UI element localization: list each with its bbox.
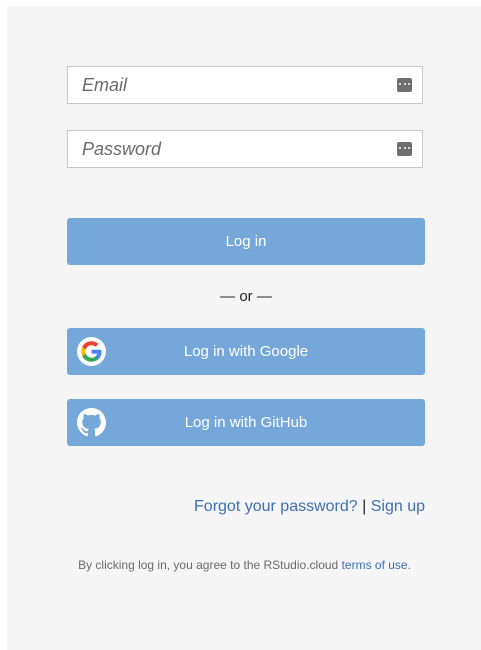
- password-manager-icon[interactable]: [397, 142, 412, 156]
- login-button-label: Log in: [225, 233, 267, 250]
- login-button[interactable]: Log in: [67, 218, 425, 265]
- terms-suffix: .: [407, 558, 411, 572]
- terms-notice: By clicking log in, you agree to the RSt…: [7, 558, 481, 572]
- login-panel: Log in — or — Log in with Google Log in …: [7, 6, 481, 650]
- google-login-label: Log in with Google: [183, 343, 309, 360]
- sign-up-link[interactable]: Sign up: [371, 498, 425, 515]
- github-login-label: Log in with GitHub: [184, 414, 308, 431]
- or-separator: — or —: [220, 288, 272, 305]
- forgot-password-link[interactable]: Forgot your password?: [194, 498, 358, 515]
- links-divider: |: [362, 498, 367, 515]
- email-field[interactable]: [68, 67, 422, 103]
- password-field-container: [67, 130, 423, 168]
- password-field[interactable]: [68, 131, 422, 167]
- terms-prefix: By clicking log in, you agree to the RSt…: [78, 558, 339, 572]
- account-links: Forgot your password? | Sign up: [194, 498, 425, 516]
- github-login-button[interactable]: Log in with GitHub: [67, 399, 425, 446]
- terms-of-use-link[interactable]: terms of use: [342, 558, 408, 572]
- password-manager-icon[interactable]: [397, 78, 412, 92]
- google-login-button[interactable]: Log in with Google: [67, 328, 425, 375]
- email-field-container: [67, 66, 423, 104]
